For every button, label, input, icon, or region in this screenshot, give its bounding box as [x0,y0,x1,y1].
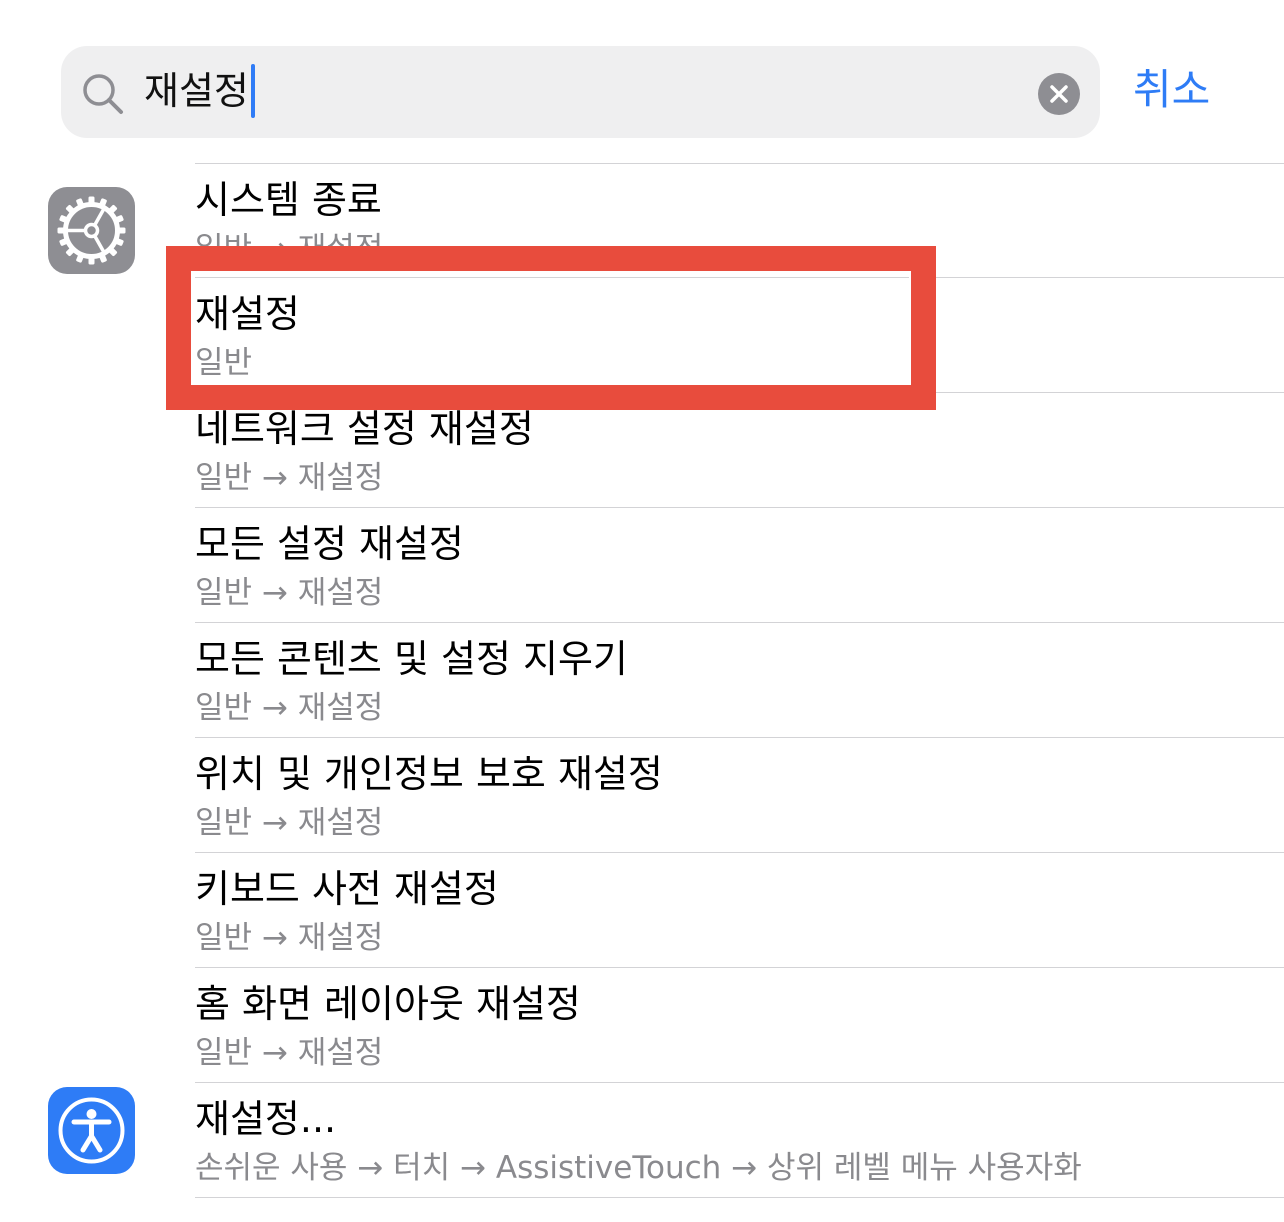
search-results: 시스템 종료 일반 → 재설정 재설정 일반 네트워크 설정 재설정 일반 → … [0,0,1284,1222]
result-path: 일반 → 재설정 [195,690,384,726]
divider [195,1197,1284,1198]
result-title: 모든 설정 재설정 [195,522,464,566]
result-title: 재설정... [195,1097,337,1141]
result-row-reset[interactable]: 재설정 일반 [195,278,1284,392]
result-path: 일반 → 재설정 [195,805,384,841]
result-title: 시스템 종료 [195,178,382,222]
result-row-reset-network[interactable]: 네트워크 설정 재설정 일반 → 재설정 [195,393,1284,507]
result-path: 일반 → 재설정 [195,460,384,496]
result-title: 네트워크 설정 재설정 [195,407,534,451]
accessibility-icon [58,1097,125,1164]
accessibility-app-icon [48,1087,135,1174]
result-title: 모든 콘텐츠 및 설정 지우기 [195,637,628,681]
result-path: 손쉬운 사용 → 터치 → AssistiveTouch → 상위 레벨 메뉴 … [195,1150,1082,1186]
result-path: 일반 [195,345,253,381]
result-path: 일반 → 재설정 [195,920,384,956]
result-row-erase-all[interactable]: 모든 콘텐츠 및 설정 지우기 일반 → 재설정 [195,623,1284,737]
result-title: 키보드 사전 재설정 [195,867,499,911]
result-path: 일반 → 재설정 [195,1035,384,1071]
result-title: 재설정 [195,292,300,336]
result-row-reset-home-layout[interactable]: 홈 화면 레이아웃 재설정 일반 → 재설정 [195,968,1284,1082]
result-title: 위치 및 개인정보 보호 재설정 [195,752,663,796]
result-row-shutdown[interactable]: 시스템 종료 일반 → 재설정 [195,164,1284,277]
result-path: 일반 → 재설정 [195,575,384,611]
result-path: 일반 → 재설정 [195,231,384,267]
result-row-reset-all-settings[interactable]: 모든 설정 재설정 일반 → 재설정 [195,508,1284,622]
settings-app-icon [48,187,135,274]
result-row-assistivetouch-reset[interactable]: 재설정... 손쉬운 사용 → 터치 → AssistiveTouch → 상위… [195,1083,1284,1197]
result-title: 홈 화면 레이아웃 재설정 [195,982,581,1026]
gear-icon [57,196,126,265]
result-row-reset-keyboard-dictionary[interactable]: 키보드 사전 재설정 일반 → 재설정 [195,853,1284,967]
result-row-reset-location-privacy[interactable]: 위치 및 개인정보 보호 재설정 일반 → 재설정 [195,738,1284,852]
